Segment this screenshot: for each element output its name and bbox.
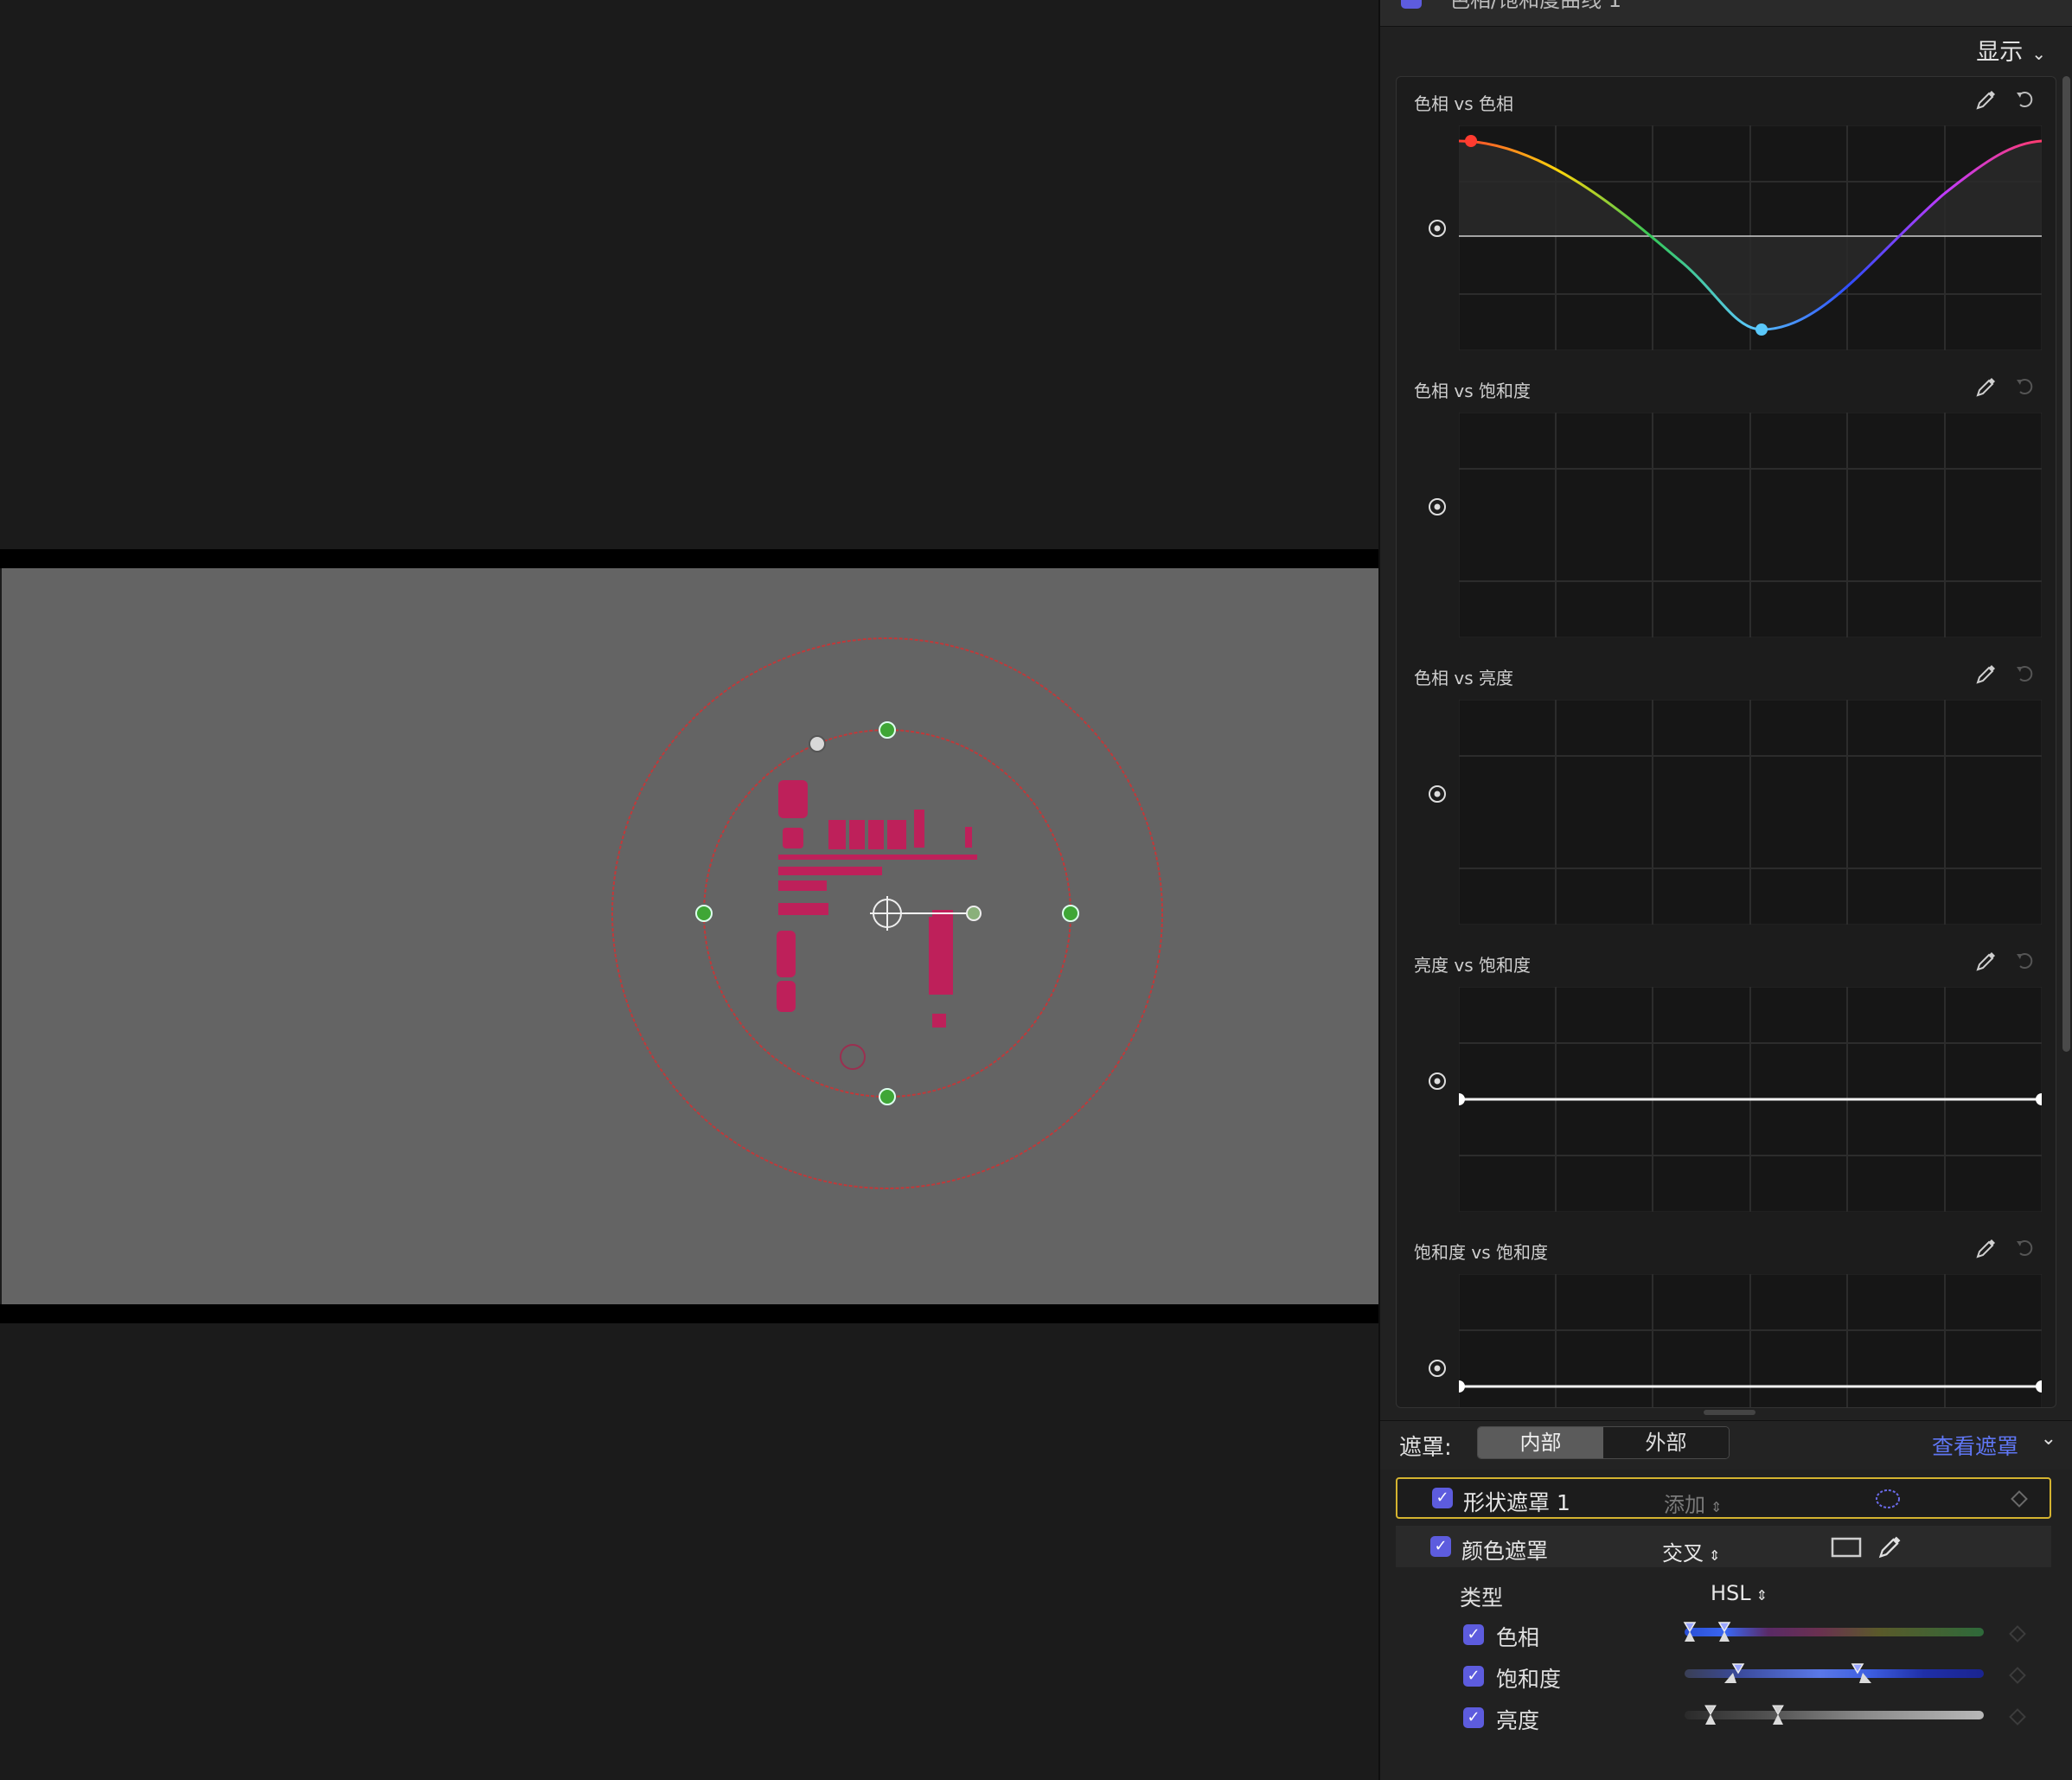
saturation-range-handles[interactable]: [1724, 1661, 1906, 1687]
curve-label: 亮度 vs 饱和度: [1414, 955, 1531, 976]
eyedropper-icon[interactable]: [1974, 949, 1998, 979]
eyedropper-icon[interactable]: [1974, 662, 1998, 692]
curve-label: 色相 vs 色相: [1414, 93, 1513, 114]
view-masks-link[interactable]: 查看遮罩: [1932, 1430, 2018, 1461]
color-mask-mode-label: 交叉: [1662, 1541, 1704, 1566]
type-label: 类型: [1460, 1585, 1504, 1610]
shape-mask-name: 形状遮罩 1: [1463, 1490, 1570, 1515]
hue-checkbox[interactable]: ✓: [1463, 1624, 1484, 1645]
rectangle-shape-icon[interactable]: [1830, 1536, 1863, 1559]
show-menu-label: 显示: [1976, 39, 2024, 66]
curve-luma-vs-sat: 亮度 vs 饱和度: [1397, 938, 2056, 1224]
panel-resize-handle[interactable]: [1704, 1410, 1755, 1415]
eyedropper-icon[interactable]: [1877, 1533, 1904, 1560]
type-popup[interactable]: HSL ⇕: [1711, 1581, 1768, 1605]
curve-label: 色相 vs 饱和度: [1414, 381, 1531, 401]
show-menu[interactable]: 显示 ⌄: [1976, 33, 2046, 67]
mask-center-handle[interactable]: [870, 896, 905, 931]
shape-mask-row[interactable]: ✓ 形状遮罩 1 添加 ⇕: [1396, 1477, 2051, 1519]
mask-bar: 遮罩: 内部 外部 查看遮罩 ⌄: [1380, 1420, 2072, 1469]
mask-roundness-handle[interactable]: [809, 735, 826, 752]
effect-enable-checkbox[interactable]: [1401, 0, 1422, 9]
reset-icon: [2014, 1236, 2037, 1265]
luma-checkbox[interactable]: ✓: [1463, 1707, 1484, 1728]
curve-graph[interactable]: [1459, 700, 2042, 925]
target-icon[interactable]: [1428, 497, 1447, 516]
mask-inside-outside-toggle[interactable]: 内部 外部: [1477, 1426, 1730, 1459]
curve-label: 色相 vs 亮度: [1414, 668, 1513, 688]
luma-channel-row: ✓ 亮度: [1396, 1697, 2051, 1738]
updown-arrow-icon: ⇕: [1711, 1499, 1723, 1515]
reset-icon[interactable]: [2014, 87, 2037, 116]
keyframe-button[interactable]: [2009, 1708, 2026, 1726]
shape-mask-mode-popup[interactable]: 添加 ⇕: [1664, 1488, 1722, 1518]
shape-mask-overlay[interactable]: [0, 0, 1378, 1780]
curve-graph[interactable]: [1459, 125, 2042, 350]
type-value: HSL: [1711, 1581, 1751, 1605]
reset-icon: [2014, 375, 2037, 403]
keyframe-button[interactable]: [2011, 1490, 2028, 1508]
color-mask-type-row: 类型 HSL ⇕: [1396, 1574, 2051, 1616]
updown-arrow-icon: ⇕: [1755, 1587, 1768, 1604]
color-mask-checkbox[interactable]: ✓: [1430, 1536, 1451, 1557]
color-mask-name: 颜色遮罩: [1461, 1539, 1549, 1564]
saturation-channel-row: ✓ 饱和度: [1396, 1655, 2051, 1697]
hue-range-handles[interactable]: [1681, 1619, 1733, 1645]
mask-rotation-handle[interactable]: [966, 906, 982, 921]
curve-graph[interactable]: [1459, 413, 2042, 637]
viewer[interactable]: [0, 0, 1378, 1780]
shape-mask-checkbox[interactable]: ✓: [1432, 1488, 1453, 1508]
eyedropper-icon[interactable]: [1974, 375, 1998, 405]
target-icon[interactable]: [1428, 784, 1447, 804]
curves-panel: 色相 vs 色相 色相 vs 饱和度 色相 vs 亮度 亮度 vs 饱和度 饱和…: [1396, 76, 2056, 1408]
eyedropper-icon[interactable]: [1974, 1236, 1998, 1266]
hue-label: 色相: [1496, 1625, 1540, 1650]
luma-label: 亮度: [1496, 1708, 1540, 1733]
curve-hue-vs-sat: 色相 vs 饱和度: [1397, 364, 2056, 650]
target-icon[interactable]: [1428, 219, 1447, 238]
mask-handle-left[interactable]: [695, 905, 713, 922]
effect-header[interactable]: 色相/饱和度曲线 1: [1380, 0, 2072, 27]
updown-arrow-icon: ⇕: [1709, 1547, 1721, 1564]
mask-label: 遮罩:: [1399, 1435, 1452, 1461]
curve-label: 饱和度 vs 饱和度: [1414, 1242, 1548, 1263]
keyframe-button[interactable]: [2009, 1667, 2026, 1684]
curve-hue-vs-hue: 色相 vs 色相: [1397, 77, 2056, 362]
mask-handle-top[interactable]: [879, 721, 896, 739]
mask-handle-bottom[interactable]: [879, 1088, 896, 1105]
reset-icon: [2014, 662, 2037, 690]
curves-scrollbar[interactable]: [2062, 76, 2070, 1052]
curve-graph[interactable]: [1459, 987, 2042, 1212]
mask-handle-right[interactable]: [1062, 905, 1079, 922]
curve-graph[interactable]: [1459, 1274, 2042, 1408]
reset-icon: [2014, 949, 2037, 977]
color-mask-row[interactable]: ✓ 颜色遮罩 交叉 ⇕: [1396, 1526, 2051, 1567]
target-icon[interactable]: [1428, 1359, 1447, 1378]
shape-mask-mode-label: 添加: [1664, 1493, 1705, 1517]
mask-inside-button[interactable]: 内部: [1478, 1427, 1603, 1458]
hue-channel-row: ✓ 色相: [1396, 1614, 2051, 1655]
curve-sat-vs-sat: 饱和度 vs 饱和度: [1397, 1226, 2056, 1408]
saturation-label: 饱和度: [1496, 1667, 1562, 1692]
saturation-checkbox[interactable]: ✓: [1463, 1666, 1484, 1687]
chevron-down-icon[interactable]: ⌄: [2041, 1428, 2056, 1450]
luma-range-handles[interactable]: [1702, 1702, 1788, 1728]
chevron-down-icon: ⌄: [2031, 43, 2046, 64]
subject-image: [777, 780, 977, 1070]
mask-outside-button[interactable]: 外部: [1603, 1427, 1729, 1458]
curve-hue-vs-luma: 色相 vs 亮度: [1397, 651, 2056, 937]
inspector-panel: 色相/饱和度曲线 1 显示 ⌄ 色相 vs 色相 色相 vs 饱和度 色相 vs…: [1378, 0, 2072, 1780]
target-icon[interactable]: [1428, 1072, 1447, 1091]
color-mask-mode-popup[interactable]: 交叉 ⇕: [1662, 1536, 1720, 1566]
effect-title: 色相/饱和度曲线 1: [1449, 0, 1621, 12]
curve-point-red[interactable]: [1465, 135, 1477, 147]
eyedropper-icon[interactable]: [1974, 87, 1998, 118]
curve-point-cyan[interactable]: [1755, 323, 1768, 336]
ellipse-shape-icon[interactable]: [1873, 1488, 1903, 1510]
keyframe-button[interactable]: [2009, 1625, 2026, 1642]
